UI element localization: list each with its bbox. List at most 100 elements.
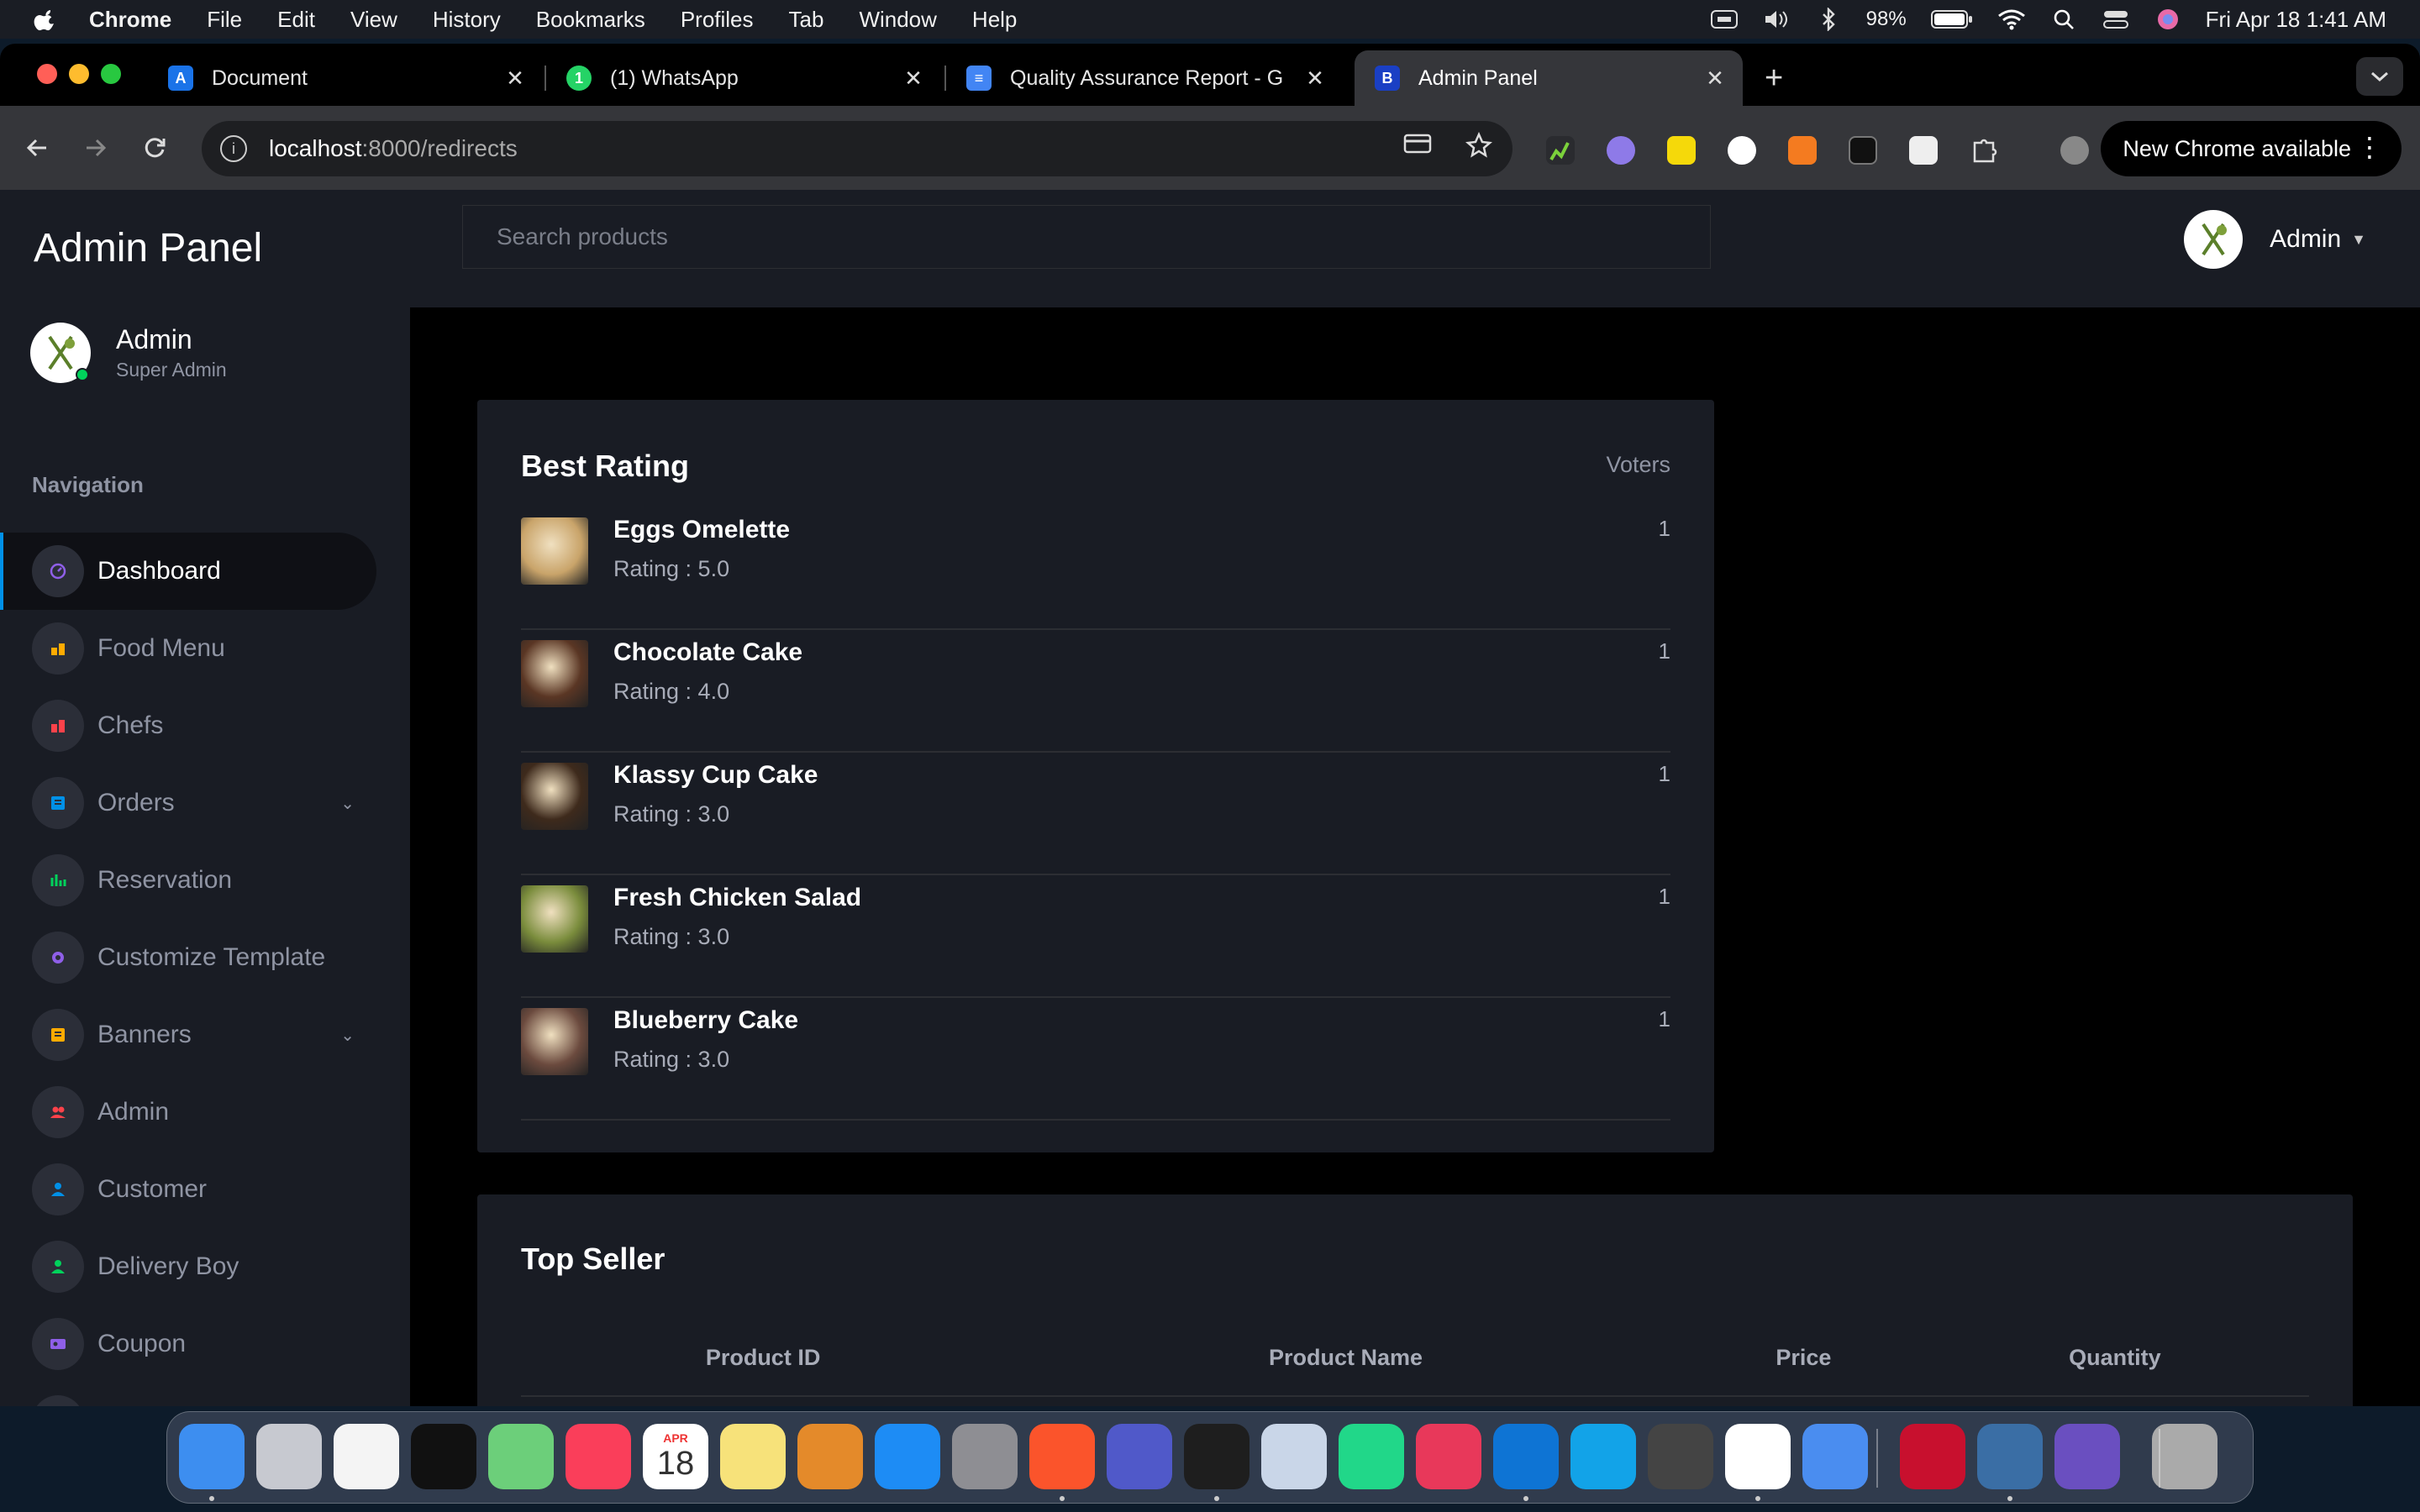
tab-admin-panel[interactable]: B Admin Panel ✕ (1355, 50, 1743, 106)
extension-wave-icon[interactable] (1728, 136, 1756, 165)
bluetooth-icon[interactable] (1814, 8, 1843, 31)
volume-icon[interactable] (1762, 8, 1791, 30)
extensions-puzzle-icon[interactable] (1970, 136, 1998, 165)
sidebar-item-customize-template[interactable]: Customize Template (0, 919, 376, 996)
menu-app-name[interactable]: Chrome (89, 7, 171, 33)
tab-search-chevron-icon[interactable] (2356, 57, 2403, 96)
reload-icon[interactable] (138, 131, 171, 165)
teams-app-icon[interactable] (1107, 1424, 1172, 1489)
site-info-icon[interactable]: i (220, 135, 247, 162)
music-app-icon[interactable] (566, 1424, 631, 1489)
card-save-icon[interactable] (1403, 132, 1432, 165)
keyboard-input-icon[interactable] (1710, 8, 1739, 30)
sidebar-item-chefs[interactable]: Chefs (0, 687, 376, 764)
menu-history[interactable]: History (433, 7, 501, 33)
extension-dots-icon[interactable] (1849, 136, 1877, 165)
search-input[interactable] (462, 205, 1711, 269)
vscode-app-icon[interactable] (1493, 1424, 1559, 1489)
brand-title[interactable]: Admin Panel (34, 225, 262, 271)
brave-app-icon[interactable] (1029, 1424, 1095, 1489)
extension-ghost-icon[interactable] (1607, 136, 1635, 165)
new-tab-plus-icon[interactable]: + (1765, 60, 1783, 97)
profile-avatar-icon[interactable] (2060, 136, 2089, 165)
android-studio-app-icon[interactable] (1802, 1424, 1868, 1489)
maps-app-icon[interactable] (488, 1424, 554, 1489)
spotlight-search-icon[interactable] (2049, 8, 2078, 30)
terminal-app-icon[interactable] (1184, 1424, 1249, 1489)
bookmark-star-icon[interactable] (1465, 131, 1492, 165)
menu-view[interactable]: View (350, 7, 397, 33)
sidebar-item-admin[interactable]: Admin (0, 1074, 376, 1151)
chrome-menu-kebab-icon[interactable]: ⋮ (2356, 134, 2383, 160)
tab-close-icon[interactable]: ✕ (1702, 66, 1728, 92)
chevron-down-icon[interactable]: ⌄ (340, 793, 355, 814)
tab-document[interactable]: A Document ✕ (148, 50, 543, 106)
control-center-icon[interactable] (2102, 8, 2130, 30)
window-zoom-button[interactable] (101, 64, 121, 84)
menu-edit[interactable]: Edit (277, 7, 315, 33)
system-settings-app-icon[interactable] (952, 1424, 1018, 1489)
user-name[interactable]: Admin (2270, 225, 2341, 254)
menubar-clock[interactable]: Fri Apr 18 1:41 AM (2206, 7, 2386, 33)
sidebar-item-charge[interactable]: Charge (0, 1383, 376, 1406)
menu-window[interactable]: Window (859, 7, 936, 33)
menu-help[interactable]: Help (972, 7, 1017, 33)
address-bar[interactable]: i localhost:8000/redirects (202, 121, 1512, 176)
sidebar-item-orders[interactable]: Orders ⌄ (0, 764, 376, 842)
tableplus-app-icon[interactable] (1648, 1424, 1713, 1489)
tab-close-icon[interactable]: ✕ (1302, 66, 1328, 92)
launchpad-app-icon[interactable] (256, 1424, 322, 1489)
finder-app-icon[interactable] (179, 1424, 245, 1489)
sidebar-item-customer[interactable]: Customer (0, 1151, 376, 1228)
forward-arrow-icon[interactable] (79, 131, 113, 165)
menu-file[interactable]: File (207, 7, 242, 33)
extension-s-icon[interactable] (1667, 136, 1696, 165)
photos-app-icon[interactable] (334, 1424, 399, 1489)
menu-tab[interactable]: Tab (789, 7, 824, 33)
extension-stats-icon[interactable] (1546, 136, 1575, 165)
battery-icon[interactable] (1930, 8, 1974, 30)
tab-whatsapp[interactable]: 1 (1) WhatsApp ✕ (546, 50, 941, 106)
avatar[interactable] (2184, 210, 2244, 269)
sidebar-item-dashboard[interactable]: Dashboard (0, 533, 376, 610)
new-chrome-label: New Chrome available (2123, 135, 2351, 161)
whatsapp-icon: 1 (566, 66, 592, 91)
window-close-button[interactable] (37, 64, 57, 84)
calendar-app-icon[interactable]: APR 18 (643, 1424, 708, 1489)
extension-grid-icon[interactable] (1909, 136, 1938, 165)
menu-bookmarks[interactable]: Bookmarks (536, 7, 645, 33)
sidebar-item-reservation[interactable]: Reservation (0, 842, 376, 919)
tab-close-icon[interactable]: ✕ (502, 66, 528, 92)
back-arrow-icon[interactable] (20, 131, 54, 165)
sidebar-item-coupon[interactable]: Coupon (0, 1305, 376, 1383)
sidebar-item-banners[interactable]: Banners ⌄ (0, 996, 376, 1074)
wifi-icon[interactable] (1997, 8, 2026, 30)
pycharm-app-icon[interactable] (1339, 1424, 1404, 1489)
new-chrome-available-button[interactable]: New Chrome available ⋮ (2101, 121, 2402, 176)
user-menu[interactable]: Admin ▼ (2184, 210, 2366, 269)
sidebar-item-food-menu[interactable]: Food Menu (0, 610, 376, 687)
database-app-icon[interactable] (1261, 1424, 1327, 1489)
acrobat-app-icon[interactable] (1900, 1424, 1965, 1489)
caret-down-icon[interactable]: ▼ (2351, 231, 2366, 249)
mysql-workbench-app-icon[interactable] (1977, 1424, 2043, 1489)
notes-app-icon[interactable] (720, 1424, 786, 1489)
app-store-app-icon[interactable] (875, 1424, 940, 1489)
garageband-app-icon[interactable] (797, 1424, 863, 1489)
webstorm-app-icon[interactable] (1570, 1424, 1636, 1489)
apple-tv-app-icon[interactable] (411, 1424, 476, 1489)
window-minimize-button[interactable] (69, 64, 89, 84)
menu-profiles[interactable]: Profiles (681, 7, 754, 33)
sidebar-item-delivery-boy[interactable]: Delivery Boy (0, 1228, 376, 1305)
wireless-tool-app-icon[interactable] (2054, 1424, 2120, 1489)
extension-orange-icon[interactable] (1788, 136, 1817, 165)
trash-app-icon[interactable] (2152, 1424, 2217, 1489)
intellij-app-icon[interactable] (1416, 1424, 1481, 1489)
chevron-down-icon[interactable]: ⌄ (340, 1025, 355, 1046)
apple-logo-icon[interactable] (34, 7, 59, 32)
tab-close-icon[interactable]: ✕ (901, 66, 926, 92)
tab-qa-report[interactable]: ≡ Quality Assurance Report - G ✕ (946, 50, 1343, 106)
siri-icon[interactable] (2154, 8, 2182, 30)
food-thumbnail (521, 517, 588, 585)
chrome-app-icon[interactable] (1725, 1424, 1791, 1489)
